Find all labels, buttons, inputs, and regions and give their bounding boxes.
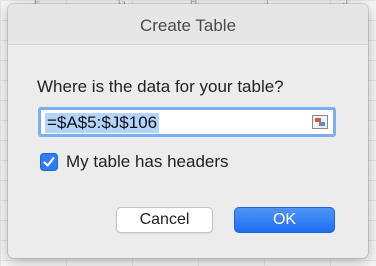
dialog-titlebar: Create Table: [8, 4, 368, 45]
ok-button[interactable]: OK: [234, 207, 335, 233]
headers-checkbox-label[interactable]: My table has headers: [66, 152, 229, 172]
cancel-button[interactable]: Cancel: [116, 207, 213, 233]
checkmark-icon: [43, 157, 55, 167]
range-input-value[interactable]: =$A$5:$J$106: [45, 113, 160, 133]
create-table-dialog: Create Table Where is the data for your …: [8, 4, 368, 258]
range-prompt: Where is the data for your table?: [37, 77, 284, 96]
headers-checkbox[interactable]: [40, 153, 58, 171]
range-input[interactable]: =$A$5:$J$106: [38, 107, 336, 137]
range-select-icon[interactable]: [312, 115, 328, 129]
dialog-title: Create Table: [139, 16, 237, 35]
